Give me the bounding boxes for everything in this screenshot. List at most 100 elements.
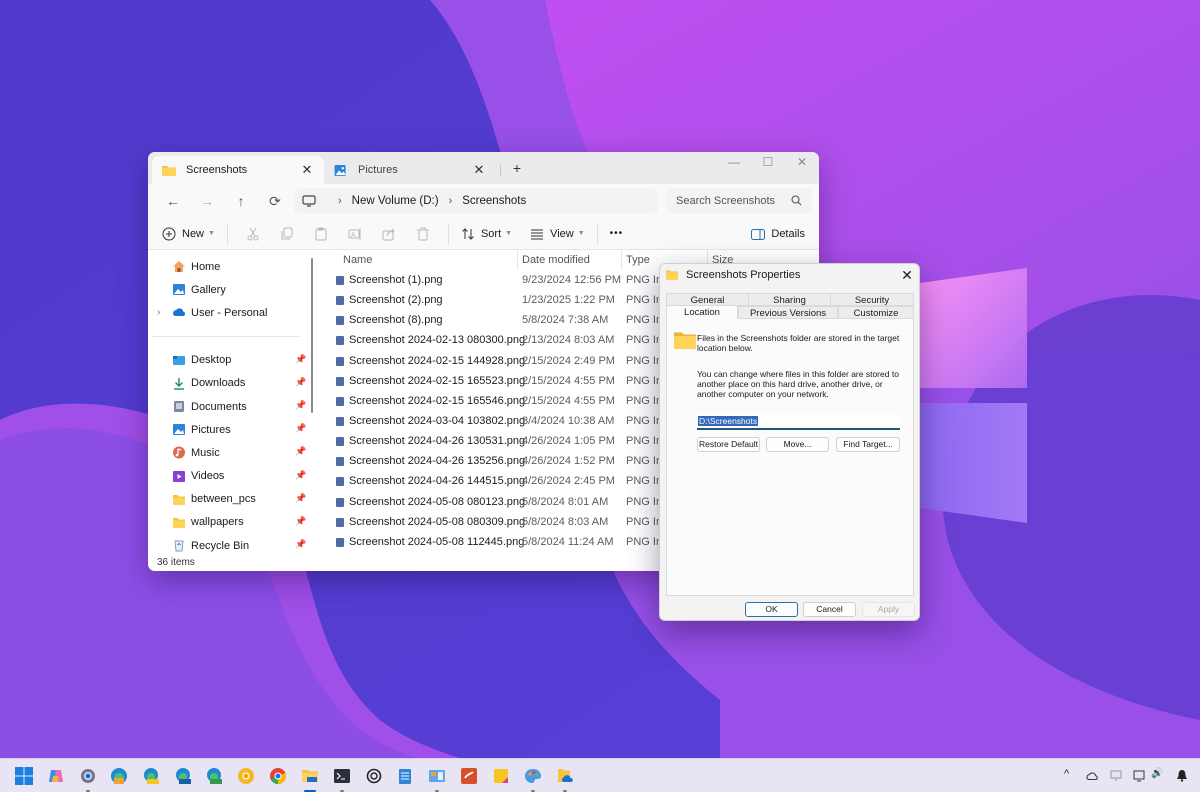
forward-button[interactable]: → bbox=[190, 187, 224, 215]
breadcrumb-drive[interactable]: New Volume (D:) bbox=[352, 195, 439, 207]
column-name[interactable]: Name bbox=[343, 254, 372, 266]
sidebar-item-videos[interactable]: Videos 📌 bbox=[148, 465, 313, 488]
edge-canary-icon bbox=[144, 768, 159, 784]
taskbar-app-paint[interactable] bbox=[523, 766, 543, 786]
taskbar-app-file-explorer[interactable] bbox=[300, 766, 320, 786]
onedrive-tray-icon[interactable] bbox=[1086, 771, 1099, 780]
new-button[interactable]: New ▼ bbox=[158, 221, 219, 247]
sort-button[interactable]: Sort ▼ bbox=[457, 221, 516, 247]
apply-button[interactable]: Apply bbox=[862, 602, 915, 617]
search-box[interactable]: Search Screenshots bbox=[666, 188, 812, 213]
tab-sharing[interactable]: Sharing bbox=[748, 293, 831, 306]
close-tab-icon[interactable]: ✕ bbox=[472, 162, 486, 178]
maximize-button[interactable]: ☐ bbox=[751, 152, 785, 172]
sidebar-item-wallpapers[interactable]: wallpapers 📌 bbox=[148, 511, 313, 534]
taskbar-app-edge-beta[interactable] bbox=[173, 766, 193, 786]
close-tab-icon[interactable]: ✕ bbox=[300, 162, 314, 178]
column-divider[interactable] bbox=[621, 250, 622, 270]
tab-location[interactable]: Location bbox=[666, 305, 738, 319]
pin-icon[interactable]: 📌 bbox=[295, 423, 306, 434]
command-bar: New ▼ A Sort ▼ View ▼ ••• Details bbox=[148, 218, 819, 250]
ok-button[interactable]: OK bbox=[745, 602, 798, 617]
close-button[interactable]: ✕ bbox=[785, 152, 819, 172]
display-tray-icon[interactable] bbox=[1133, 770, 1146, 782]
column-divider[interactable] bbox=[517, 250, 518, 270]
details-pane-button[interactable]: Details bbox=[751, 221, 805, 247]
share-icon[interactable] bbox=[372, 221, 406, 247]
pin-icon[interactable]: 📌 bbox=[295, 446, 306, 457]
breadcrumb-folder[interactable]: Screenshots bbox=[462, 195, 526, 207]
sidebar-item-between-pcs[interactable]: between_pcs 📌 bbox=[148, 488, 313, 511]
show-hidden-icons-chevron[interactable]: ^ bbox=[1064, 768, 1069, 780]
taskbar-app-onedrive-folder[interactable] bbox=[555, 766, 575, 786]
move-button[interactable]: Move... bbox=[766, 437, 829, 452]
sidebar-item-gallery[interactable]: Gallery bbox=[148, 278, 313, 301]
chevron-right-icon[interactable]: › bbox=[157, 307, 160, 318]
network-tray-icon[interactable] bbox=[1110, 770, 1122, 782]
volume-tray-icon[interactable]: 🔊 bbox=[1151, 768, 1163, 779]
pin-icon[interactable]: 📌 bbox=[295, 516, 306, 527]
taskbar-app-control-panel[interactable] bbox=[427, 766, 447, 786]
column-date-modified[interactable]: Date modified bbox=[522, 254, 590, 266]
notification-bell-icon[interactable] bbox=[1176, 769, 1188, 782]
sidebar-item-downloads[interactable]: Downloads 📌 bbox=[148, 372, 313, 395]
tab-screenshots[interactable]: Screenshots ✕ bbox=[152, 156, 324, 184]
taskbar-app-edge-canary[interactable] bbox=[141, 766, 161, 786]
tab-label: Screenshots bbox=[186, 164, 248, 176]
search-input[interactable]: Search Screenshots bbox=[676, 195, 791, 207]
sidebar-item-desktop[interactable]: Desktop 📌 bbox=[148, 349, 313, 372]
new-tab-button[interactable]: + bbox=[510, 160, 524, 176]
minimize-button[interactable]: — bbox=[717, 152, 751, 172]
restore-default-button[interactable]: Restore Default bbox=[697, 437, 760, 452]
taskbar-app-chatgpt[interactable] bbox=[364, 766, 384, 786]
column-type[interactable]: Type bbox=[626, 254, 650, 266]
taskbar-app-chrome[interactable] bbox=[268, 766, 288, 786]
taskbar-app-edge-dev[interactable] bbox=[204, 766, 224, 786]
taskbar-app-notepad[interactable] bbox=[395, 766, 415, 786]
copy-icon[interactable] bbox=[270, 221, 304, 247]
view-button[interactable]: View ▼ bbox=[526, 221, 589, 247]
taskbar-app-copilot[interactable] bbox=[46, 766, 66, 786]
sidebar-item-music[interactable]: Music 📌 bbox=[148, 441, 313, 464]
pin-icon[interactable]: 📌 bbox=[295, 470, 306, 481]
view-label: View bbox=[550, 227, 574, 240]
up-button[interactable]: ↑ bbox=[224, 187, 258, 215]
chevron-down-icon: ▼ bbox=[208, 230, 215, 237]
taskbar-app-settings[interactable] bbox=[78, 766, 98, 786]
taskbar-app-sticky-notes[interactable] bbox=[491, 766, 511, 786]
file-name: Screenshot 2024-04-26 144515.png bbox=[349, 475, 526, 488]
chrome-icon bbox=[270, 768, 287, 785]
taskbar-app-chrome-canary[interactable] bbox=[236, 766, 256, 786]
file-date-modified: 2/15/2024 2:49 PM bbox=[522, 354, 615, 367]
recycle-bin-icon bbox=[174, 540, 184, 552]
sidebar-item-documents[interactable]: Documents 📌 bbox=[148, 395, 313, 418]
cut-icon[interactable] bbox=[236, 221, 270, 247]
pin-icon[interactable]: 📌 bbox=[295, 493, 306, 504]
paste-icon[interactable] bbox=[304, 221, 338, 247]
tab-pictures[interactable]: Pictures ✕ bbox=[324, 156, 496, 184]
tab-security[interactable]: Security bbox=[830, 293, 914, 306]
sidebar-item-home[interactable]: Home bbox=[148, 255, 313, 278]
address-bar[interactable]: › New Volume (D:) › Screenshots bbox=[294, 188, 658, 213]
taskbar-app-terminal[interactable] bbox=[332, 766, 352, 786]
more-options-button[interactable]: ••• bbox=[606, 221, 628, 247]
target-path-input[interactable]: D:\Screenshots bbox=[697, 414, 900, 430]
sidebar-item-pictures[interactable]: Pictures 📌 bbox=[148, 418, 313, 441]
refresh-button[interactable]: ⟳ bbox=[258, 187, 292, 215]
start-button[interactable] bbox=[14, 766, 34, 786]
find-target-button[interactable]: Find Target... bbox=[836, 437, 900, 452]
taskbar-app-edge[interactable] bbox=[109, 766, 129, 786]
cancel-button[interactable]: Cancel bbox=[803, 602, 856, 617]
delete-icon[interactable] bbox=[406, 221, 440, 247]
pin-icon[interactable]: 📌 bbox=[295, 377, 306, 388]
sidebar-item-onedrive[interactable]: › User - Personal bbox=[148, 301, 313, 324]
rename-icon[interactable]: A bbox=[338, 221, 372, 247]
pin-icon[interactable]: 📌 bbox=[295, 400, 306, 411]
pin-icon[interactable]: 📌 bbox=[295, 354, 306, 365]
taskbar-app-remote-desktop[interactable] bbox=[459, 766, 479, 786]
sidebar-item-recycle-bin[interactable]: Recycle Bin 📌 bbox=[148, 534, 313, 557]
png-file-icon bbox=[336, 396, 344, 406]
back-button[interactable]: ← bbox=[156, 187, 190, 215]
pin-icon[interactable]: 📌 bbox=[295, 539, 306, 550]
dialog-close-button[interactable]: ✕ bbox=[900, 267, 914, 284]
